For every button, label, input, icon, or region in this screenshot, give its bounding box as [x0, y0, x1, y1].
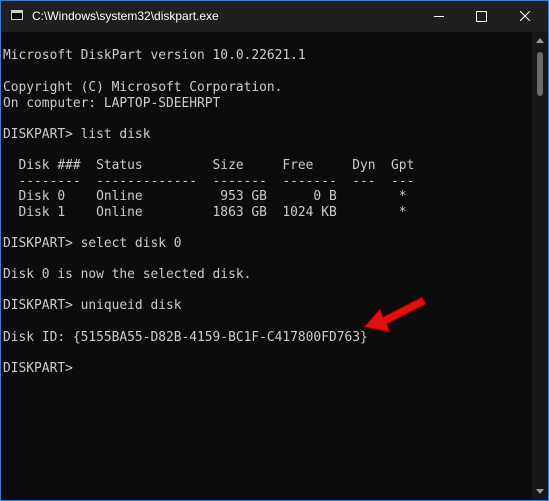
console-line: Disk 1 Online 1863 GB 1024 KB *: [3, 205, 407, 220]
scroll-up-icon[interactable]: [536, 38, 544, 43]
console-line: Disk ID: {5155BA55-D82B-4159-BC1F-C41780…: [3, 330, 368, 345]
diskpart-window: C:\Windows\system32\diskpart.exe Microso…: [0, 0, 549, 501]
minimize-button[interactable]: [416, 1, 462, 32]
console-line: Disk 0 Online 953 GB 0 B *: [3, 189, 407, 204]
console-line: DISKPART> list disk: [3, 127, 151, 142]
scroll-thumb[interactable]: [537, 52, 543, 96]
console-line: Microsoft DiskPart version 10.0.22621.1: [3, 48, 306, 63]
console-icon: [11, 10, 23, 20]
console-line: Copyright (C) Microsoft Corporation.: [3, 80, 283, 95]
console-line: DISKPART> uniqueid disk: [3, 298, 182, 313]
console-line: -------- ------------- ------- ------- -…: [3, 174, 415, 189]
close-icon: [520, 11, 530, 21]
close-button[interactable]: [502, 1, 548, 32]
console-output[interactable]: Microsoft DiskPart version 10.0.22621.1 …: [1, 32, 532, 500]
console-line: On computer: LAPTOP-SDEEHRPT: [3, 96, 221, 111]
console-line: Disk 0 is now the selected disk.: [3, 267, 252, 282]
vertical-scrollbar[interactable]: [532, 32, 548, 500]
title-bar[interactable]: C:\Windows\system32\diskpart.exe: [1, 1, 548, 32]
scroll-down-icon[interactable]: [536, 489, 544, 494]
console-line: Disk ### Status Size Free Dyn Gpt: [3, 158, 415, 173]
console-line: DISKPART> select disk 0: [3, 236, 182, 251]
window-title: C:\Windows\system32\diskpart.exe: [32, 9, 219, 23]
console-line: DISKPART>: [3, 361, 81, 376]
red-arrow-icon: [363, 296, 427, 333]
